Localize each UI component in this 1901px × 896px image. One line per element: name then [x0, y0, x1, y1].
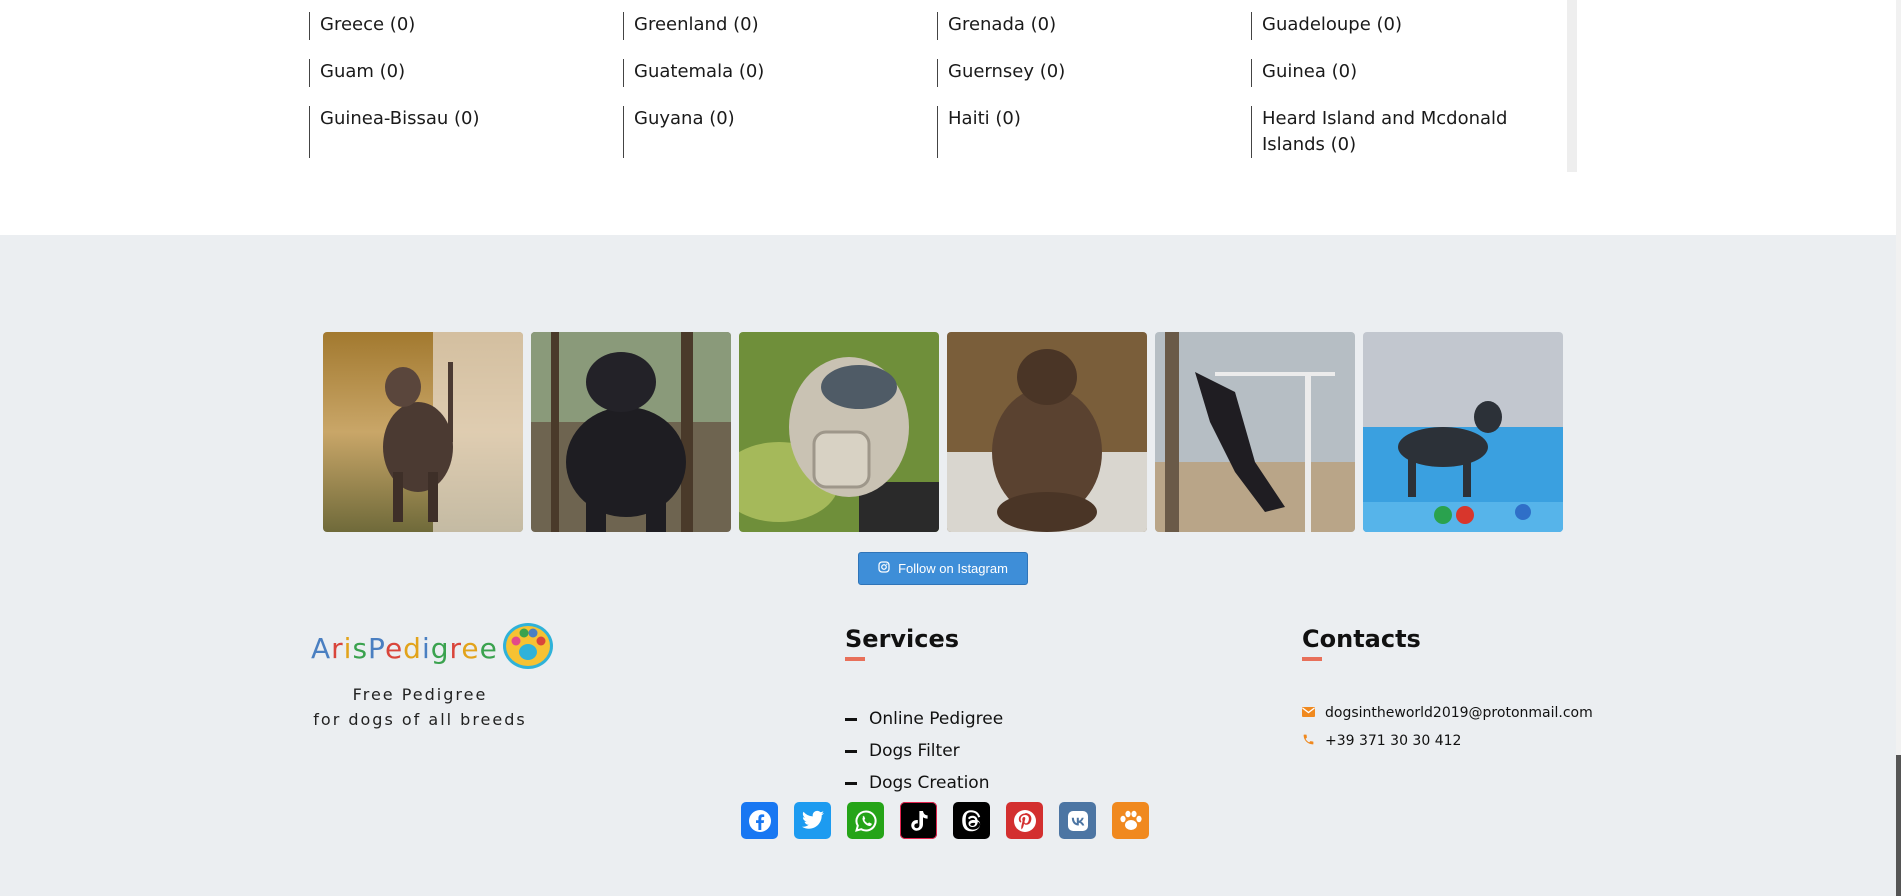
instagram-photo[interactable]: [1155, 332, 1355, 532]
dash-icon: [845, 717, 857, 721]
brand-name-letter: s: [352, 631, 369, 665]
paw-icon: [1119, 810, 1142, 830]
country-link[interactable]: Guam (0): [309, 59, 623, 87]
pinterest-icon: [1013, 809, 1036, 832]
services-title-underline: [845, 657, 865, 661]
dash-icon: [845, 781, 857, 785]
paw-logo-icon: [502, 622, 554, 674]
country-link[interactable]: Guinea-Bissau (0): [309, 106, 623, 158]
contacts-title-underline: [1302, 657, 1322, 661]
country-link[interactable]: Guadeloupe (0): [1251, 12, 1565, 40]
brand-name-letter: A: [311, 631, 332, 665]
service-link-label: Dogs Filter: [869, 741, 960, 761]
country-link[interactable]: Guinea (0): [1251, 59, 1565, 87]
services-title: Services: [845, 625, 960, 653]
country-grid: Greece (0) Greenland (0) Grenada (0) Gua…: [309, 0, 1569, 158]
brand-name-letter: P: [368, 631, 385, 665]
brindle-mastiff-image: [947, 332, 1147, 532]
phone-icon: [1302, 733, 1315, 750]
page-scrollbar-thumb[interactable]: [1896, 755, 1901, 896]
instagram-photo[interactable]: [1363, 332, 1563, 532]
twitter-icon: [801, 810, 824, 829]
brand-name-letter: e: [384, 631, 404, 665]
country-link[interactable]: Guatemala (0): [623, 59, 937, 87]
follow-instagram-button[interactable]: Follow on Istagram: [858, 552, 1028, 585]
instagram-photo[interactable]: [531, 332, 731, 532]
vk-icon: [1067, 810, 1088, 831]
brand-logo[interactable]: ArisPedigree: [311, 622, 553, 674]
contact-list: dogsintheworld2019@protonmail.com +39 37…: [1302, 699, 1593, 755]
facebook-button[interactable]: [741, 802, 778, 839]
site-footer: Follow on Istagram ArisPedigree Free Ped…: [0, 235, 1896, 896]
service-link-dogs-creation[interactable]: Dogs Creation: [845, 767, 1003, 799]
brand-tagline-line-2: for dogs of all breeds: [313, 710, 527, 729]
contact-email[interactable]: dogsintheworld2019@protonmail.com: [1302, 699, 1593, 727]
country-list-section: Greece (0) Greenland (0) Grenada (0) Gua…: [0, 0, 1901, 235]
country-link[interactable]: Guyana (0): [623, 106, 937, 158]
brand-tagline: Free Pedigree for dogs of all breeds: [311, 682, 529, 732]
pointer-dog-image: [323, 332, 523, 532]
country-link[interactable]: Haiti (0): [937, 106, 1251, 158]
instagram-photo[interactable]: [947, 332, 1147, 532]
threads-button[interactable]: [953, 802, 990, 839]
service-link-online-pedigree[interactable]: Online Pedigree: [845, 703, 1003, 735]
contact-email-text: dogsintheworld2019@protonmail.com: [1325, 705, 1593, 721]
muzzled-dog-image: [739, 332, 939, 532]
contacts-column: Contacts dogsintheworld2019@protonmail.c…: [1302, 625, 1593, 755]
brand-name-letter: g: [430, 631, 450, 665]
country-link[interactable]: Greenland (0): [623, 12, 937, 40]
tiktok-icon: [910, 810, 928, 831]
contact-phone-text: +39 371 30 30 412: [1325, 733, 1462, 749]
brand-name-letter: r: [331, 631, 344, 665]
brand-name-letter: r: [449, 631, 462, 665]
paw-button[interactable]: [1112, 802, 1149, 839]
footer-brand: ArisPedigree Free Pedigree for dogs of a…: [311, 622, 553, 732]
country-link[interactable]: Guernsey (0): [937, 59, 1251, 87]
dash-icon: [845, 749, 857, 753]
brand-tagline-line-1: Free Pedigree: [352, 685, 488, 704]
brand-name-letter: e: [479, 631, 498, 665]
service-link-label: Dogs Creation: [869, 773, 990, 793]
instagram-feed: [323, 332, 1563, 532]
tiktok-button[interactable]: [900, 802, 937, 839]
brand-name: ArisPedigree: [311, 632, 498, 665]
contact-phone[interactable]: +39 371 30 30 412: [1302, 727, 1593, 755]
instagram-icon: [878, 561, 890, 576]
country-list-scrollbar[interactable]: [1567, 0, 1577, 172]
facebook-icon: [748, 809, 771, 832]
service-link-dogs-filter[interactable]: Dogs Filter: [845, 735, 1003, 767]
black-mastiff-image: [531, 332, 731, 532]
twitter-button[interactable]: [794, 802, 831, 839]
services-column: Services Online Pedigree Dogs Filter Dog…: [845, 625, 1003, 799]
country-link[interactable]: Heard Island and Mcdonald Islands (0): [1251, 106, 1565, 158]
instagram-photo[interactable]: [323, 332, 523, 532]
services-list: Online Pedigree Dogs Filter Dogs Creatio…: [845, 703, 1003, 799]
follow-instagram-label: Follow on Istagram: [898, 561, 1008, 576]
envelope-icon: [1302, 705, 1315, 721]
instagram-photo[interactable]: [739, 332, 939, 532]
show-dog-image: [1363, 332, 1563, 532]
brand-name-letter: e: [461, 631, 480, 665]
pinterest-button[interactable]: [1006, 802, 1043, 839]
brand-name-letter: i: [421, 631, 431, 665]
service-link-label: Online Pedigree: [869, 709, 1004, 729]
whatsapp-icon: [854, 809, 877, 832]
country-link[interactable]: Grenada (0): [937, 12, 1251, 40]
jumping-doberman-image: [1155, 332, 1355, 532]
country-link[interactable]: Greece (0): [309, 12, 623, 40]
social-links: [741, 802, 1149, 839]
vk-button[interactable]: [1059, 802, 1096, 839]
brand-name-letter: d: [403, 631, 422, 665]
threads-icon: [961, 809, 980, 831]
contacts-title: Contacts: [1302, 625, 1421, 653]
whatsapp-button[interactable]: [847, 802, 884, 839]
